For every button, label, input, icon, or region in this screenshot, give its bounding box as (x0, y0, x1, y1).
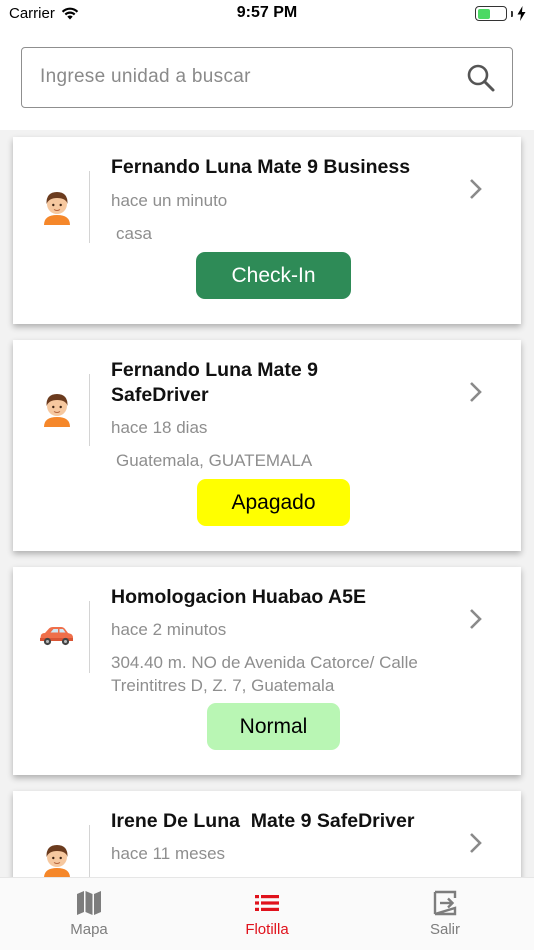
card-divider (89, 601, 90, 673)
map-icon (77, 891, 101, 915)
logout-icon (433, 890, 457, 916)
tab-mapa[interactable]: Mapa (0, 878, 178, 950)
card-divider (89, 825, 90, 877)
unit-last-report: hace un minuto (111, 191, 228, 210)
car-icon (40, 627, 73, 646)
unit-title: Irene De Luna Mate 9 SafeDriver (111, 810, 415, 832)
battery-indicator (475, 6, 526, 21)
person-avatar-icon (44, 845, 70, 877)
status-bar: Carrier 9:57 PM (0, 0, 534, 30)
person-avatar-icon (44, 394, 70, 427)
header (0, 30, 534, 130)
chevron-right-icon[interactable] (469, 381, 483, 403)
unit-last-report: hace 18 dias (111, 418, 208, 437)
unit-card[interactable]: Fernando Luna Mate 9 SafeDriver hace 18 … (13, 340, 521, 551)
unit-title: Homologacion Huabao A5E (111, 586, 366, 608)
unit-last-report: hace 2 minutos (111, 620, 227, 639)
tab-label: Salir (429, 921, 460, 938)
tab-bar: Mapa Flotilla Salir (0, 877, 534, 950)
chevron-right-icon[interactable] (469, 178, 483, 200)
tab-flotilla[interactable]: Flotilla (178, 878, 356, 950)
app-screen: Carrier 9:57 PM Ingrese unidad a buscar … (0, 0, 534, 950)
person-avatar-icon (44, 192, 70, 225)
status-badge[interactable]: Apagado (197, 479, 350, 526)
tab-salir[interactable]: Salir (356, 878, 534, 950)
unit-card[interactable]: Irene De Luna Mate 9 SafeDriver hace 11 … (13, 791, 521, 877)
status-badge[interactable]: Check-In (196, 252, 351, 299)
search-box[interactable] (21, 47, 513, 108)
tab-label: Mapa (70, 921, 108, 938)
tab-label: Flotilla (245, 921, 289, 938)
status-badge[interactable]: Normal (207, 703, 340, 750)
chevron-right-icon[interactable] (469, 832, 483, 854)
battery-level (477, 8, 490, 19)
battery-tip (511, 10, 513, 17)
unit-card[interactable]: Homologacion Huabao A5E hace 2 minutos 3… (13, 567, 521, 775)
charging-bolt-icon (517, 6, 526, 21)
unit-title: Fernando Luna Mate 9 SafeDriver (111, 359, 318, 406)
unit-card[interactable]: Fernando Luna Mate 9 Business hace un mi… (13, 137, 521, 324)
search-icon[interactable] (466, 63, 496, 93)
battery-icon (475, 6, 507, 21)
unit-last-report: hace 11 meses (111, 844, 226, 863)
clock: 9:57 PM (236, 4, 298, 21)
unit-location: Guatemala, GUATEMALA (116, 451, 313, 470)
card-divider (89, 171, 90, 243)
chevron-right-icon[interactable] (469, 608, 483, 630)
unit-location: casa (116, 224, 152, 243)
units-list[interactable]: Fernando Luna Mate 9 Business hace un mi… (0, 130, 534, 877)
unit-location: 304.40 m. NO de Avenida Catorce/ Calle T… (111, 653, 418, 695)
card-divider (89, 374, 90, 446)
list-icon (255, 895, 279, 911)
unit-title: Fernando Luna Mate 9 Business (111, 156, 411, 178)
search-input[interactable] (40, 48, 460, 106)
